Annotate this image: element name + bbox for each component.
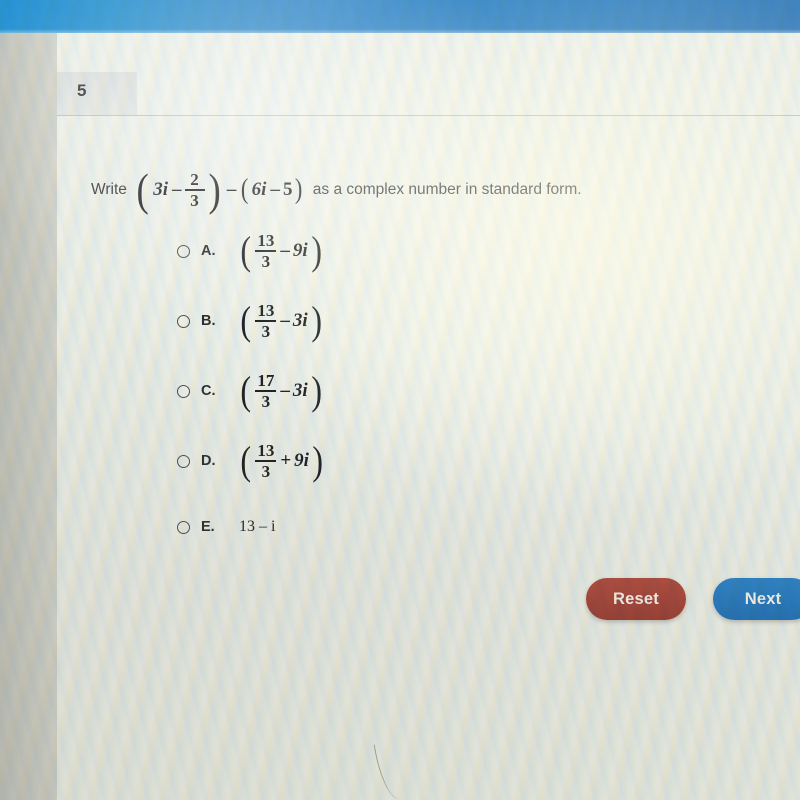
option-d[interactable]: D. ( 13 3 + 9i ) [177, 435, 324, 487]
header-divider [57, 115, 800, 116]
option-b-letter: B. [201, 313, 216, 329]
radio-icon-e[interactable] [177, 520, 190, 534]
radio-icon-d[interactable] [177, 454, 190, 468]
next-button[interactable]: Next [713, 578, 800, 620]
option-e-value: 13 – i [239, 518, 276, 535]
option-c-value: ( 17 3 – 3i ) [240, 368, 322, 413]
stem-prefix: Write [91, 181, 127, 199]
option-b[interactable]: B. ( 13 3 – 3i ) [177, 295, 323, 347]
group2-term2: 5 [282, 179, 293, 201]
option-a-numerator: 13 [257, 230, 275, 250]
radio-icon-c[interactable] [177, 384, 190, 398]
group1-minus: – [172, 179, 182, 201]
option-c-fraction: 17 3 [255, 370, 277, 411]
option-d-letter: D. [201, 453, 216, 469]
option-b-value: ( 13 3 – 3i ) [240, 298, 322, 343]
option-d-operator: + [280, 450, 292, 471]
reset-button[interactable]: Reset [586, 578, 686, 620]
option-a-fraction: 13 3 [255, 230, 277, 271]
group2-minus: – [270, 179, 280, 201]
option-a-value: ( 13 3 – 9i ) [240, 228, 322, 273]
browser-top-bar [0, 0, 800, 34]
option-e-letter: E. [201, 519, 215, 535]
question-expression: ( 3i – 2 3 ) – ( 6i – 5) [136, 164, 303, 216]
card-background [57, 33, 800, 800]
option-b-denominator: 3 [261, 322, 271, 341]
group2-term1: 6i [251, 179, 267, 201]
option-a[interactable]: A. ( 13 3 – 9i ) [177, 225, 323, 277]
question-stem: Write ( 3i – 2 3 ) – (6i – 5) as a com… [91, 164, 582, 216]
question-number-tab [57, 72, 137, 115]
group1-term1: 3i [153, 179, 168, 201]
option-c-imaginary: 3i [292, 380, 308, 401]
option-e[interactable]: E. 13 – i [177, 501, 275, 553]
radio-icon-a[interactable] [177, 244, 190, 258]
fraction-denominator: 3 [190, 191, 199, 211]
option-d-fraction: 13 3 [255, 440, 277, 481]
fraction-numerator: 2 [190, 170, 199, 189]
option-d-value: ( 13 3 + 9i ) [240, 438, 323, 483]
stem-suffix: as a complex number in standard form. [312, 181, 582, 199]
expression-minus: – [226, 179, 237, 201]
question-number: 5 [77, 81, 87, 100]
option-a-operator: – [280, 240, 290, 261]
question-fraction: 2 3 [184, 170, 205, 211]
option-c-operator: – [280, 380, 290, 401]
option-c-denominator: 3 [261, 392, 271, 411]
option-d-imaginary: 9i [294, 450, 309, 471]
option-b-fraction: 13 3 [255, 300, 277, 341]
question-card: 5 Write ( 3i – 2 3 ) – (6i – 5) as a c… [57, 33, 800, 800]
option-b-numerator: 13 [257, 300, 275, 320]
option-b-operator: – [280, 310, 290, 331]
option-c[interactable]: C. ( 17 3 – 3i ) [177, 365, 323, 417]
option-d-denominator: 3 [261, 462, 271, 481]
radio-icon-b[interactable] [177, 314, 190, 328]
option-b-imaginary: 3i [292, 310, 308, 331]
option-a-letter: A. [201, 243, 216, 259]
screenshot-root: 5 Write ( 3i – 2 3 ) – (6i – 5) as a c… [0, 0, 800, 800]
option-c-numerator: 17 [257, 370, 275, 390]
option-c-letter: C. [201, 383, 216, 399]
option-d-numerator: 13 [257, 440, 275, 460]
option-a-imaginary: 9i [292, 240, 308, 261]
option-a-denominator: 3 [261, 252, 271, 271]
page-gutter [0, 33, 57, 800]
